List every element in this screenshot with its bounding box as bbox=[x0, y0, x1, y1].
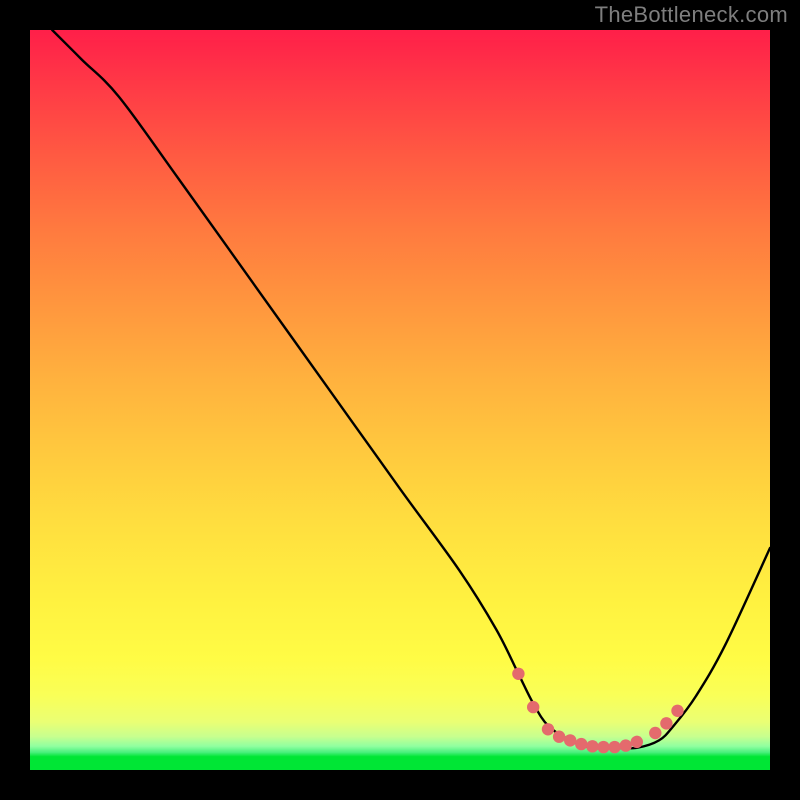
valley-marker bbox=[564, 734, 576, 746]
curve-layer bbox=[30, 30, 770, 770]
valley-marker bbox=[608, 741, 620, 753]
bottleneck-curve bbox=[52, 30, 770, 748]
valley-marker bbox=[542, 723, 554, 735]
valley-marker bbox=[597, 741, 609, 753]
valley-marker bbox=[671, 705, 683, 717]
valley-marker bbox=[527, 701, 539, 713]
plot-area bbox=[30, 30, 770, 770]
valley-marker bbox=[631, 736, 643, 748]
valley-marker bbox=[512, 668, 524, 680]
attribution-label: TheBottleneck.com bbox=[595, 2, 788, 28]
chart-frame: TheBottleneck.com bbox=[0, 0, 800, 800]
valley-marker bbox=[586, 740, 598, 752]
valley-marker bbox=[575, 738, 587, 750]
valley-markers bbox=[512, 668, 684, 754]
valley-marker bbox=[553, 731, 565, 743]
valley-marker bbox=[660, 717, 672, 729]
valley-marker bbox=[620, 739, 632, 751]
valley-marker bbox=[649, 727, 661, 739]
